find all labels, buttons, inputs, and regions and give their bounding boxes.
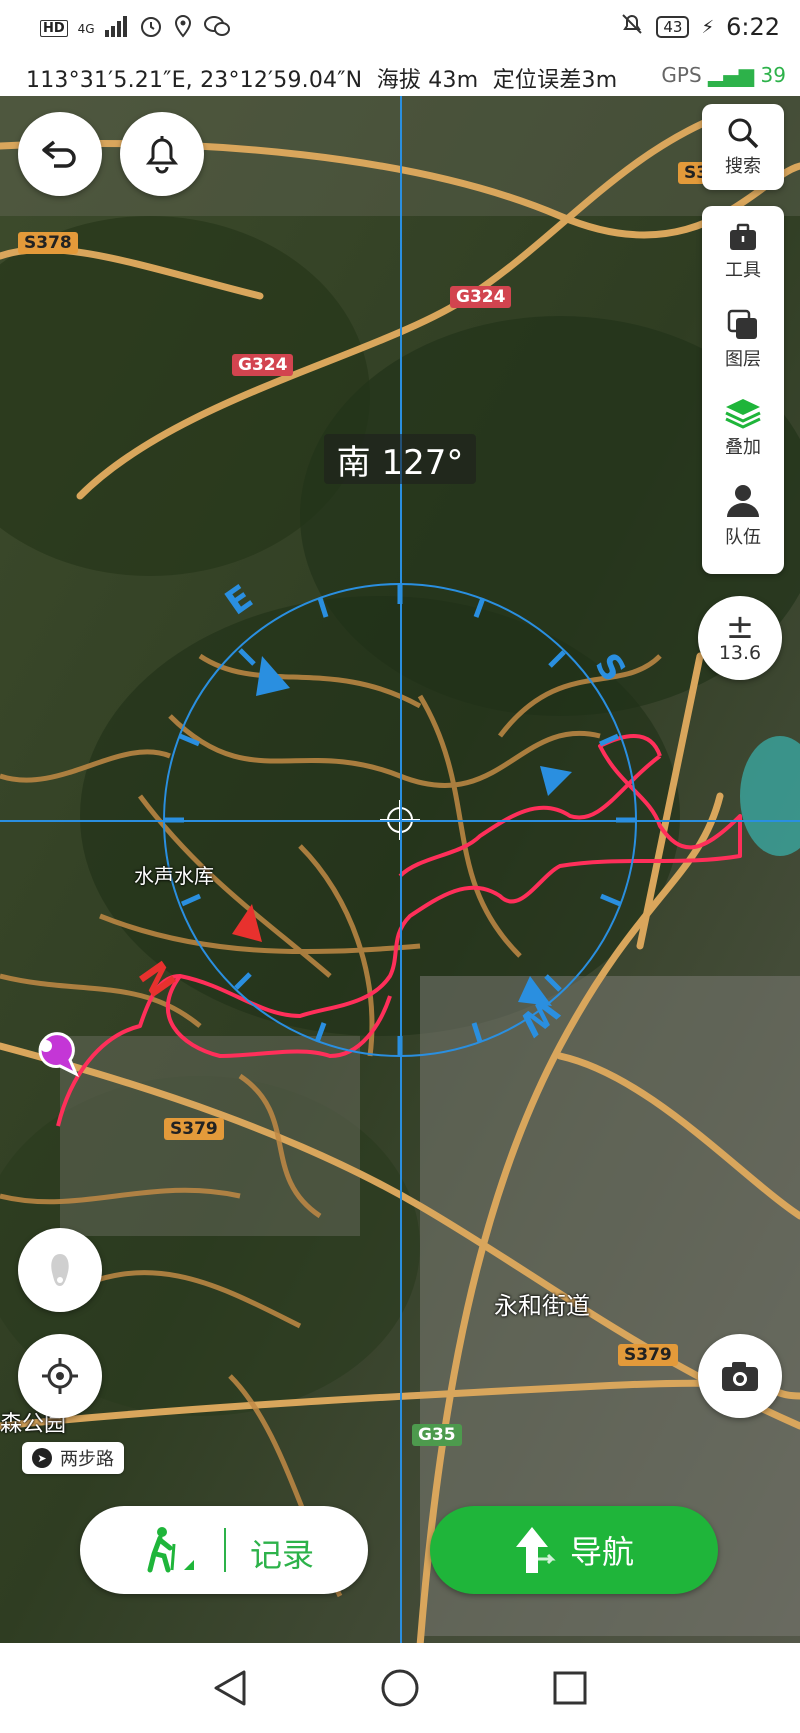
coordinate-readout: 113°31′5.21″E, 23°12′59.04″N 海拔 43m 定位误差…	[26, 62, 617, 94]
triangle-back-icon	[214, 1670, 246, 1706]
gps-status: GPS ▂▄▆ 39	[661, 63, 786, 87]
navigate-label: 导航	[569, 1533, 634, 1571]
camera-button[interactable]	[698, 1334, 782, 1418]
accuracy-text: 定位误差3m	[492, 68, 618, 93]
reservoir-label: 水声水库	[134, 864, 214, 888]
heading-readout: 南 127°	[324, 434, 476, 484]
walk-route-chip[interactable]: ➤ 两步路	[22, 1442, 124, 1474]
hiker-icon	[147, 1527, 194, 1573]
system-home-button[interactable]	[375, 1663, 425, 1713]
map-toolbar: 工具 图层 叠加 队伍	[702, 206, 784, 574]
system-back-button[interactable]	[205, 1663, 255, 1713]
gps-label: GPS	[661, 63, 702, 87]
status-icons-left: HD 4G	[40, 14, 231, 43]
system-recents-button[interactable]	[545, 1663, 595, 1713]
coords-text: 113°31′5.21″E, 23°12′59.04″N	[26, 68, 363, 93]
overlay-label: 叠加	[725, 437, 761, 458]
altitude-text: 海拔 43m	[376, 68, 479, 93]
search-label: 搜索	[725, 156, 761, 177]
charging-icon: ⚡	[701, 16, 715, 38]
toolbox-icon	[730, 223, 756, 250]
mute-bell-icon	[620, 12, 644, 42]
zoom-control[interactable]: ± 13.6	[698, 596, 782, 680]
alarm-icon	[139, 14, 163, 43]
road-badge-s379-b: S379	[618, 1344, 678, 1366]
search-icon	[728, 118, 759, 149]
hd-badge: HD	[40, 20, 68, 37]
gps-satellite-count: 39	[760, 63, 786, 87]
road-badge-g324-b: G324	[232, 354, 294, 376]
signal-icon	[104, 15, 129, 42]
road-badge-s379-a: S379	[164, 1118, 224, 1140]
district-label: 永和街道	[494, 1292, 590, 1320]
map-crosshair-vertical	[400, 96, 402, 1643]
navigate-button[interactable]: 导航	[430, 1506, 718, 1594]
gps-signal-icon: ▂▄▆	[708, 63, 755, 87]
footprint-icon	[51, 1254, 69, 1286]
record-divider	[224, 1528, 226, 1572]
footprint-button[interactable]	[18, 1228, 102, 1312]
team-label: 队伍	[725, 527, 761, 548]
road-badge-s378: S378	[18, 232, 78, 254]
tools-label: 工具	[725, 260, 761, 281]
status-bar: HD 4G 43 ⚡ 6:22	[0, 0, 800, 56]
zoom-level: 13.6	[718, 642, 762, 664]
overlay-icon	[725, 399, 761, 429]
walk-route-label: 两步路	[60, 1449, 114, 1470]
notifications-button[interactable]	[120, 112, 204, 196]
location-icon	[173, 14, 193, 43]
battery-indicator: 43	[656, 16, 690, 38]
record-button[interactable]: 记录	[80, 1506, 368, 1594]
locate-me-button[interactable]	[18, 1334, 102, 1418]
navigation-arrow-icon: ➤	[32, 1448, 52, 1468]
tools-button[interactable]: 工具	[702, 208, 784, 296]
network-4g-icon: 4G	[77, 21, 95, 36]
navigate-arrow-icon	[515, 1527, 556, 1573]
map-crosshair-horizontal	[0, 820, 800, 822]
system-navigation-bar	[0, 1643, 800, 1733]
layers-icon	[727, 309, 757, 339]
status-icons-right: 43 ⚡ 6:22	[620, 12, 780, 42]
camera-icon	[722, 1362, 758, 1391]
layers-button[interactable]: 图层	[702, 296, 784, 384]
zoom-plus-minus-icon: ±	[725, 607, 755, 647]
record-label: 记录	[250, 1536, 315, 1574]
back-button[interactable]	[18, 112, 102, 196]
team-icon	[727, 485, 759, 517]
road-badge-g324-a: G324	[450, 286, 512, 308]
square-recents-icon	[553, 1671, 587, 1705]
road-badge-g35: G35	[412, 1424, 462, 1446]
search-button[interactable]: 搜索	[702, 104, 784, 190]
clock: 6:22	[726, 13, 780, 41]
crosshair-locate-icon	[42, 1358, 78, 1394]
back-arrow-icon	[42, 140, 76, 168]
circle-home-icon	[381, 1669, 419, 1707]
wechat-icon	[203, 14, 231, 43]
layers-label: 图层	[725, 349, 761, 370]
overlay-button[interactable]: 叠加	[702, 384, 784, 472]
team-button[interactable]: 队伍	[702, 472, 784, 560]
location-info-bar: 113°31′5.21″E, 23°12′59.04″N 海拔 43m 定位误差…	[0, 56, 800, 96]
bell-icon	[145, 136, 179, 174]
